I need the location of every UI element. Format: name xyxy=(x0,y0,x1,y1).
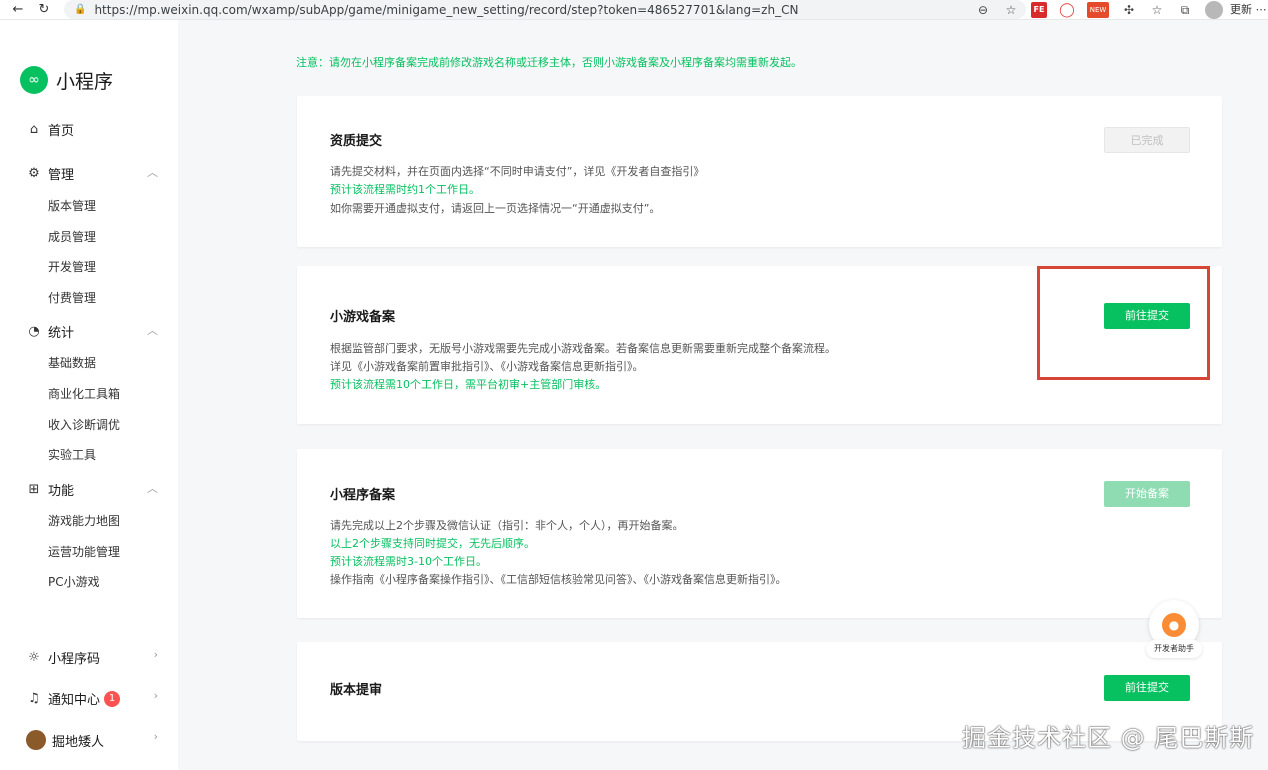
card-text: 预计该流程需时约1个工作日。 xyxy=(330,183,480,196)
notice-text: 注意：请勿在小程序备案完成前修改游戏名称或迁移主体，否则小游戏备案及小程序备案均… xyxy=(296,56,802,69)
reload-icon[interactable]: ↻ xyxy=(36,2,52,18)
favorites-icon[interactable]: ☆ xyxy=(1149,2,1165,18)
highlight-box xyxy=(1037,266,1210,380)
settings-icon: ⚙ xyxy=(28,165,40,181)
pie-chart-icon: ◔ xyxy=(28,323,40,339)
helper-icon: ● xyxy=(1162,613,1186,637)
sidebar-item-pc-game[interactable]: PC小游戏 xyxy=(48,573,100,590)
sidebar-item-label: 管理 xyxy=(48,168,75,183)
fe-extension-icon[interactable]: FE xyxy=(1031,2,1047,18)
sidebar-item-label: 通知中心 xyxy=(48,693,101,708)
go-submit-button[interactable]: 前往提交 xyxy=(1104,675,1190,701)
new-extension-icon[interactable]: NEW xyxy=(1087,2,1109,18)
card-text: 操作指南《小程序备案操作指引》、《工信部短信核验常见问答》、《小游戏备案信息更新… xyxy=(330,573,787,586)
card-title: 资质提交 xyxy=(330,134,383,149)
sidebar-item-qrcode[interactable]: ☼ 小程序码 › xyxy=(26,648,166,667)
card-text: 以上2个步骤支持同时提交，无先后顺序。 xyxy=(330,537,535,550)
developer-helper-button[interactable]: ● 开发者助手 xyxy=(1146,600,1202,660)
sidebar-item-revenue[interactable]: 收入诊断调优 xyxy=(48,416,120,433)
sidebar-item-notify[interactable]: ♫ 通知中心 1 › xyxy=(26,689,166,708)
star-icon[interactable]: ☆ xyxy=(1003,2,1019,18)
profile-avatar[interactable] xyxy=(1205,1,1223,19)
sidebar-item-label: 统计 xyxy=(48,326,75,341)
helper-label: 开发者助手 xyxy=(1146,640,1202,658)
grid-icon: ⊞ xyxy=(28,481,40,497)
step-card-miniprogram-filing: 小程序备案 请先完成以上2个步骤及微信认证（指引：非个人，个人），再开始备案。 … xyxy=(297,449,1222,618)
logo[interactable]: ∞ 小程序 xyxy=(20,66,113,94)
start-filing-button: 开始备案 xyxy=(1104,481,1190,507)
chevron-right-icon: › xyxy=(153,648,158,661)
sidebar-item-dev[interactable]: 开发管理 xyxy=(48,258,96,275)
sidebar-item-home[interactable]: ⌂ 首页 xyxy=(26,120,166,140)
user-name: 掘地矮人 xyxy=(52,734,105,750)
chevron-up-icon: ︿ xyxy=(147,482,158,495)
sidebar-item-capability-map[interactable]: 游戏能力地图 xyxy=(48,512,120,529)
card-title: 小程序备案 xyxy=(330,488,396,503)
sidebar-item-payment[interactable]: 付费管理 xyxy=(48,289,96,306)
chevron-up-icon: ︿ xyxy=(147,166,158,179)
lock-icon: 🔒 xyxy=(74,4,87,15)
sun-icon: ☼ xyxy=(28,649,40,665)
sidebar-item-manage[interactable]: ⚙ 管理 ︿ xyxy=(26,164,166,184)
card-text: 根据监管部门要求，无版号小游戏需要先完成小游戏备案。若备案信息更新需要重新完成整… xyxy=(330,342,836,355)
back-icon[interactable]: ← xyxy=(10,2,26,18)
home-icon: ⌂ xyxy=(29,121,39,137)
sidebar-item-label: 首页 xyxy=(48,124,75,139)
sidebar-item-ops[interactable]: 运营功能管理 xyxy=(48,543,120,560)
sidebar-item-label: 小程序码 xyxy=(48,652,101,667)
avatar xyxy=(26,730,46,750)
record-extension-icon[interactable]: ◯ xyxy=(1059,2,1075,18)
collections-icon[interactable]: ⧉ xyxy=(1177,2,1193,18)
card-title: 小游戏备案 xyxy=(330,310,396,325)
sidebar: ∞ 小程序 ⌂ 首页 ⚙ 管理 ︿ 版本管理 成员管理 开发管理 付费管理 ◔ … xyxy=(0,20,178,770)
card-text: 预计该流程需时3-10个工作日。 xyxy=(330,555,487,568)
sidebar-item-biz-tools[interactable]: 商业化工具箱 xyxy=(48,385,120,402)
logo-text: 小程序 xyxy=(56,70,114,93)
step-card-qualification: 资质提交 请先提交材料，并在页面内选择“不同时申请支付”，详见《开发者自查指引》… xyxy=(297,96,1222,247)
chevron-right-icon: › xyxy=(153,730,158,743)
card-text: 请先提交材料，并在页面内选择“不同时申请支付”，详见《开发者自查指引》 xyxy=(330,165,705,178)
update-button[interactable]: 更新 ⋯ xyxy=(1230,1,1267,17)
zoom-icon[interactable]: ⊖ xyxy=(975,2,991,18)
url-text: https://mp.weixin.qq.com/wxamp/subApp/ga… xyxy=(94,2,799,17)
chevron-right-icon: › xyxy=(153,689,158,702)
address-bar[interactable]: 🔒 https://mp.weixin.qq.com/wxamp/subApp/… xyxy=(64,0,1026,19)
sidebar-item-label: 功能 xyxy=(48,484,75,499)
browser-toolbar: ← ↻ 🔒 https://mp.weixin.qq.com/wxamp/sub… xyxy=(0,0,1268,20)
sidebar-item-user[interactable]: 掘地矮人 › xyxy=(26,730,166,750)
miniprogram-logo-icon: ∞ xyxy=(20,66,48,94)
browser-tools: ⊖ ☆ FE ◯ NEW ✣ ☆ ⧉ xyxy=(975,1,1223,19)
watermark-text: 掘金技术社区 @ 尾巴斯斯 xyxy=(962,724,1255,752)
sidebar-item-version[interactable]: 版本管理 xyxy=(48,197,96,214)
chevron-up-icon: ︿ xyxy=(147,324,158,337)
puzzle-icon[interactable]: ✣ xyxy=(1121,2,1137,18)
sidebar-item-basic-data[interactable]: 基础数据 xyxy=(48,354,96,371)
notification-badge: 1 xyxy=(104,690,121,707)
card-text: 请先完成以上2个步骤及微信认证（指引：非个人，个人），再开始备案。 xyxy=(330,519,684,532)
card-title: 版本提审 xyxy=(330,683,383,698)
card-text: 预计该流程需10个工作日，需平台初审+主管部门审核。 xyxy=(330,378,607,391)
bell-icon: ♫ xyxy=(28,690,40,706)
sidebar-item-experiment[interactable]: 实验工具 xyxy=(48,446,96,463)
completed-button: 已完成 xyxy=(1104,127,1190,153)
card-text: 详见《小游戏备案前置审批指引》、《小游戏备案信息更新指引》。 xyxy=(330,360,644,373)
sidebar-item-members[interactable]: 成员管理 xyxy=(48,228,96,245)
sidebar-item-features[interactable]: ⊞ 功能 ︿ xyxy=(26,480,166,500)
sidebar-item-stats[interactable]: ◔ 统计 ︿ xyxy=(26,322,166,342)
card-text: 如你需要开通虚拟支付，请返回上一页选择情况一“开通虚拟支付”。 xyxy=(330,202,661,215)
